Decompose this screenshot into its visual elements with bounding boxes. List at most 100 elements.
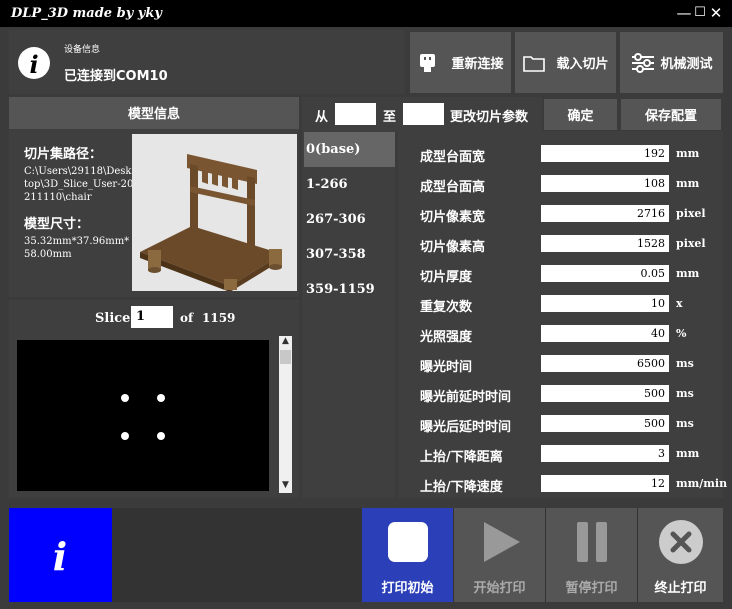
range-to-input[interactable] <box>403 103 444 125</box>
from-label: 从 <box>315 110 329 125</box>
mech-test-label: 机械测试 <box>660 57 713 72</box>
param-row: 切片厚度 0.05 mm <box>410 264 720 285</box>
reconnect-label: 重新连接 <box>451 57 504 72</box>
param-label: 切片像素宽 <box>420 210 486 225</box>
minimize-icon[interactable]: — <box>676 4 692 22</box>
load-slices-label: 载入切片 <box>556 57 609 72</box>
info-italic-icon: i <box>53 534 67 579</box>
param-value-input[interactable]: 40 <box>541 325 669 342</box>
scroll-thumb[interactable] <box>280 350 291 364</box>
model-info-title: 模型信息 <box>127 107 180 122</box>
param-value-input[interactable]: 2716 <box>541 205 669 222</box>
range-item[interactable]: 307-358 <box>304 237 394 272</box>
param-label: 成型台面宽 <box>420 150 486 165</box>
stop-print-button[interactable]: 终止打印 <box>638 508 723 602</box>
load-slices-button[interactable]: 载入切片 <box>515 32 616 93</box>
model-info-panel: 模型信息 切片集路径： C:\Users\29118\Desktop\3D_Sl… <box>9 97 299 297</box>
param-row: 上抬/下降距离 3 mm <box>410 444 720 465</box>
param-unit: x <box>676 297 683 310</box>
param-row: 上抬/下降速度 12 mm/min <box>410 474 727 495</box>
param-value-input[interactable]: 1528 <box>541 235 669 252</box>
param-unit: pixel <box>676 237 706 250</box>
close-icon[interactable]: ✕ <box>708 4 724 22</box>
range-item[interactable]: 267-306 <box>304 202 394 237</box>
range-header: 从 至 更改切片参数 <box>302 97 542 131</box>
start-print-button[interactable]: 开始打印 <box>454 508 545 602</box>
param-unit: mm <box>676 177 700 190</box>
param-value-input[interactable]: 192 <box>541 145 669 162</box>
title-bar: DLP_3D made by yky — ☐ ✕ <box>0 0 732 27</box>
folder-icon <box>523 55 546 72</box>
slice-path-value: C:\Users\29118\Desktop\3D_Slice_User-202… <box>24 166 134 203</box>
reconnect-button[interactable]: 重新连接 <box>410 32 511 93</box>
slice-of-label: of <box>180 311 194 325</box>
param-label: 成型台面高 <box>420 180 486 195</box>
slice-preview <box>17 340 269 491</box>
param-value-input[interactable]: 500 <box>541 385 669 402</box>
range-item[interactable]: 359-1159 <box>304 272 394 307</box>
device-info-panel: i 设备信息 已连接到COM10 <box>9 30 405 94</box>
param-label: 上抬/下降速度 <box>420 480 503 495</box>
model-preview <box>132 134 297 292</box>
param-unit: mm <box>676 447 700 460</box>
confirm-button[interactable]: 确定 <box>544 99 617 130</box>
info-icon: i <box>18 47 50 79</box>
model-info-header: 模型信息 <box>9 97 299 129</box>
device-caption: 设备信息 <box>64 45 101 55</box>
stop-print-label: 终止打印 <box>654 581 707 596</box>
sliders-icon <box>632 52 655 73</box>
scroll-up-icon[interactable]: ▲ <box>279 336 292 348</box>
model-size-value: 35.32mm*37.96mm*58.00mm <box>24 236 130 260</box>
param-row: 光照强度 40% <box>410 324 720 345</box>
param-value-input[interactable]: 0.05 <box>541 265 669 282</box>
param-unit: ms <box>676 357 694 370</box>
slice-scrollbar[interactable]: ▲ ▼ <box>279 336 292 493</box>
param-unit: mm <box>676 147 700 160</box>
slice-image <box>121 394 165 440</box>
param-row: 曝光前延时时间 500 ms <box>410 384 720 405</box>
window-title: DLP_3D made by yky <box>11 6 162 21</box>
stop-square-icon <box>388 522 428 562</box>
pause-print-button[interactable]: 暂停打印 <box>546 508 637 602</box>
slice-number-input[interactable]: 1 <box>131 306 173 328</box>
param-unit: ms <box>676 417 694 430</box>
param-row: 重复次数 10 x <box>410 294 720 315</box>
param-unit: % <box>676 327 687 340</box>
save-config-button[interactable]: 保存配置 <box>621 99 721 130</box>
param-label: 光照强度 <box>420 330 473 345</box>
param-label: 上抬/下降距离 <box>420 450 503 465</box>
mech-test-button[interactable]: 机械测试 <box>620 32 723 93</box>
slice-viewer-panel: Slice 1 of 1159 ▲ ▼ <box>9 300 299 498</box>
device-status: 已连接到COM10 <box>64 69 168 84</box>
maximize-icon[interactable]: ☐ <box>692 4 708 22</box>
param-value-input[interactable]: 12 <box>541 475 669 492</box>
param-label: 切片厚度 <box>420 270 473 285</box>
param-value-input[interactable]: 6500 <box>541 355 669 372</box>
range-from-input[interactable] <box>335 103 376 125</box>
range-item[interactable]: 0(base) <box>304 132 394 167</box>
print-init-button[interactable]: 打印初始 <box>362 508 453 602</box>
param-label: 曝光时间 <box>420 360 473 375</box>
param-label: 曝光前延时时间 <box>420 390 512 405</box>
usb-plug-icon <box>420 53 436 72</box>
param-value-input[interactable]: 10 <box>541 295 669 312</box>
chair-model-image <box>140 154 282 292</box>
cancel-circle-icon <box>659 520 703 564</box>
param-value-input[interactable]: 108 <box>541 175 669 192</box>
range-item[interactable]: 1-266 <box>304 167 394 202</box>
param-label: 切片像素高 <box>420 240 486 255</box>
param-row: 曝光后延时时间 500 ms <box>410 414 720 435</box>
param-value-input[interactable]: 500 <box>541 415 669 432</box>
edit-params-label: 更改切片参数 <box>450 110 529 125</box>
param-unit: mm/min <box>676 477 728 490</box>
param-value-input[interactable]: 3 <box>541 445 669 462</box>
start-print-label: 开始打印 <box>473 581 526 596</box>
param-row: 曝光时间 6500 ms <box>410 354 720 375</box>
play-icon <box>484 522 520 562</box>
scroll-down-icon[interactable]: ▼ <box>279 480 292 492</box>
param-label: 重复次数 <box>420 300 473 315</box>
param-row: 成型台面高 108 mm <box>410 174 720 195</box>
slice-total: 1159 <box>202 311 236 325</box>
param-row: 成型台面宽 192 mm <box>410 144 720 165</box>
param-unit: pixel <box>676 207 706 220</box>
